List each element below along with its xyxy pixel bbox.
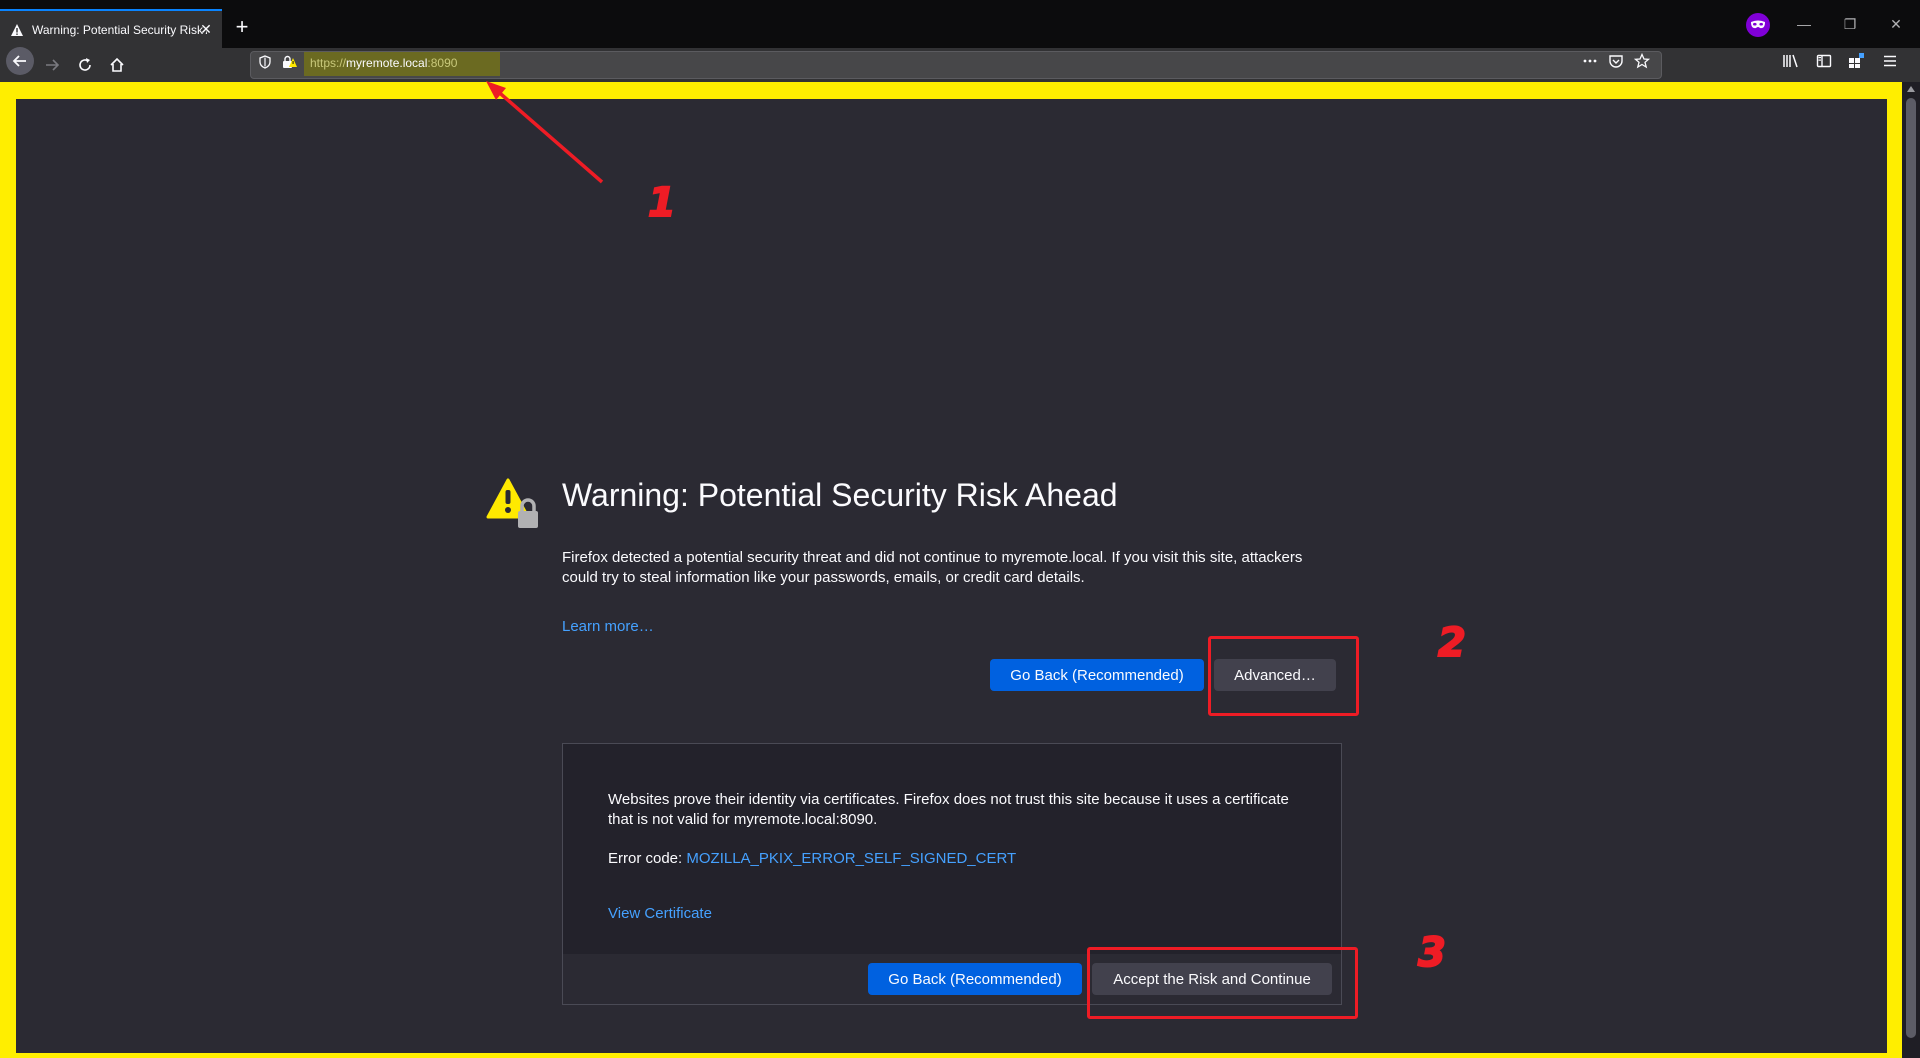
annotation-label-1: 1: [647, 179, 677, 227]
error-code-label: Error code:: [608, 850, 687, 867]
window-close-button[interactable]: ✕: [1873, 9, 1919, 39]
url-bar-icons: [258, 55, 298, 69]
home-button[interactable]: [103, 51, 131, 79]
toolbar-right: [1782, 53, 1898, 69]
tab-strip-top: [0, 0, 1920, 9]
forward-arrow-icon: [46, 59, 60, 71]
view-certificate-link[interactable]: View Certificate: [608, 905, 712, 922]
library-icon[interactable]: [1782, 53, 1800, 69]
url-scheme: https://: [310, 56, 347, 70]
tab-security-warning[interactable]: Warning: Potential Security Risk Ahead ✕: [0, 9, 222, 48]
menu-hamburger-icon[interactable]: [1882, 53, 1898, 69]
page-title: Warning: Potential Security Risk Ahead: [562, 477, 1118, 513]
tab-title: Warning: Potential Security Risk Ahead: [32, 22, 207, 37]
tab-close-icon[interactable]: ✕: [198, 21, 214, 37]
warning-lock-icon: [486, 477, 540, 531]
insecure-lock-icon[interactable]: [282, 55, 298, 69]
page-scrollbar[interactable]: [1902, 82, 1920, 1058]
tracking-shield-icon[interactable]: [258, 55, 272, 69]
minimize-button[interactable]: —: [1781, 9, 1827, 39]
annotation-label-2: 2: [1437, 619, 1467, 667]
error-code-line: Error code: MOZILLA_PKIX_ERROR_SELF_SIGN…: [608, 850, 1016, 867]
scroll-up-arrow-icon[interactable]: [1907, 86, 1915, 92]
error-code-link[interactable]: MOZILLA_PKIX_ERROR_SELF_SIGNED_CERT: [686, 850, 1016, 867]
page-description: Firefox detected a potential security th…: [562, 549, 1303, 586]
back-button[interactable]: [6, 47, 34, 75]
url-bar-actions: [1582, 53, 1650, 69]
scrollbar-thumb[interactable]: [1906, 98, 1916, 1038]
annotation-arrow-icon: [486, 81, 604, 184]
advanced-go-back-button[interactable]: Go Back (Recommended): [868, 963, 1082, 995]
new-tab-button[interactable]: +: [228, 13, 256, 41]
restore-button[interactable]: ❐: [1827, 9, 1873, 39]
annotation-label-3: 3: [1417, 929, 1447, 977]
tab-strip: Warning: Potential Security Risk Ahead ✕…: [0, 0, 1920, 48]
private-browsing-icon: [1746, 13, 1770, 37]
reload-button[interactable]: [71, 51, 99, 79]
annotation-box-advanced: [1208, 636, 1359, 716]
url-port: :8090: [427, 56, 458, 70]
sidebar-icon[interactable]: [1816, 53, 1832, 69]
page-actions-icon[interactable]: [1582, 53, 1598, 69]
pocket-icon[interactable]: [1608, 53, 1624, 69]
extensions-icon[interactable]: [1848, 53, 1866, 69]
certificate-explanation: Websites prove their identity via certif…: [608, 791, 1289, 828]
url-host: myremote.local: [346, 56, 428, 70]
go-back-button[interactable]: Go Back (Recommended): [990, 659, 1204, 691]
url-text[interactable]: https://myremote.local:8090: [310, 55, 457, 71]
learn-more-link[interactable]: Learn more…: [562, 618, 654, 635]
reload-icon: [79, 58, 91, 71]
annotation-box-accept: [1087, 947, 1358, 1019]
forward-button[interactable]: [38, 51, 66, 79]
home-icon: [110, 57, 124, 72]
back-arrow-icon: [12, 55, 26, 67]
warning-icon: [10, 23, 24, 37]
bookmark-star-icon[interactable]: [1634, 53, 1650, 69]
